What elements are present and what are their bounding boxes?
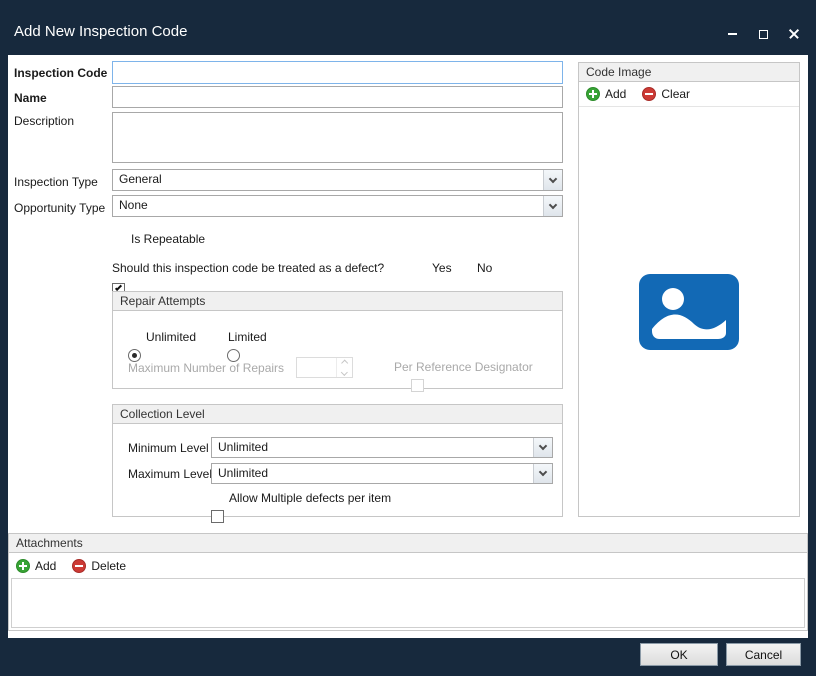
repair-attempts-title: Repair Attempts — [113, 292, 562, 311]
minus-icon — [72, 559, 86, 573]
spinner-up-icon — [341, 360, 348, 367]
code-image-clear-label: Clear — [661, 87, 690, 101]
defect-question-label: Should this inspection code be treated a… — [112, 261, 384, 275]
code-image-preview-area — [579, 107, 799, 516]
window-title: Add New Inspection Code — [14, 23, 187, 40]
minimum-level-dropdown-button[interactable] — [533, 438, 552, 457]
minus-icon — [642, 87, 656, 101]
is-repeatable-label[interactable]: Is Repeatable — [131, 232, 205, 246]
attachments-list[interactable] — [11, 578, 805, 628]
name-input[interactable] — [112, 86, 563, 108]
maximum-level-dropdown-button[interactable] — [533, 464, 552, 483]
code-image-title: Code Image — [579, 63, 799, 82]
chevron-down-icon — [549, 200, 557, 208]
maximize-icon — [759, 30, 768, 39]
code-image-clear-button[interactable]: Clear — [642, 87, 690, 101]
attachments-group: Attachments Add Delete — [8, 533, 808, 631]
code-image-add-button[interactable]: Add — [586, 87, 626, 101]
minimize-icon — [728, 33, 737, 35]
chevron-down-icon — [539, 468, 547, 476]
code-image-add-label: Add — [605, 87, 626, 101]
attachments-add-button[interactable]: Add — [16, 559, 56, 573]
attachments-toolbar: Add Delete — [9, 553, 807, 578]
description-textarea[interactable] — [112, 112, 563, 163]
attachments-delete-label: Delete — [91, 559, 126, 573]
code-image-group: Code Image Add Clear — [578, 62, 800, 517]
defect-no-label[interactable]: No — [477, 261, 492, 275]
allow-multiple-label[interactable]: Allow Multiple defects per item — [229, 491, 391, 505]
chevron-down-icon — [539, 442, 547, 450]
name-label: Name — [14, 91, 47, 105]
opportunity-type-dropdown-button[interactable] — [543, 196, 562, 216]
close-icon — [788, 28, 800, 40]
maximum-level-value: Unlimited — [212, 464, 533, 483]
plus-icon — [16, 559, 30, 573]
chevron-down-icon — [549, 174, 557, 182]
plus-icon — [586, 87, 600, 101]
description-label: Description — [14, 114, 74, 128]
cancel-button[interactable]: Cancel — [726, 643, 801, 666]
max-repairs-value — [297, 358, 336, 377]
close-button[interactable] — [784, 25, 804, 43]
repair-attempts-group: Repair Attempts Unlimited Limited Maximu… — [112, 291, 563, 389]
opportunity-type-value: None — [113, 196, 543, 216]
spinner-buttons — [336, 358, 352, 377]
inspection-code-input[interactable] — [112, 61, 563, 84]
allow-multiple-checkbox[interactable] — [211, 510, 224, 523]
attachments-delete-button[interactable]: Delete — [72, 559, 126, 573]
inspection-code-label: Inspection Code — [14, 66, 107, 80]
inspection-type-dropdown-button[interactable] — [543, 170, 562, 190]
minimum-level-select[interactable]: Unlimited — [211, 437, 553, 458]
opportunity-type-label: Opportunity Type — [14, 201, 105, 215]
radio-dot-icon — [132, 353, 137, 358]
maximum-level-select[interactable]: Unlimited — [211, 463, 553, 484]
spinner-down-icon — [341, 368, 348, 375]
per-reference-checkbox — [411, 379, 424, 392]
max-repairs-label: Maximum Number of Repairs — [128, 361, 284, 375]
ok-button[interactable]: OK — [640, 643, 718, 666]
inspection-type-label: Inspection Type — [14, 175, 98, 189]
inspection-type-value: General — [113, 170, 543, 190]
defect-yes-label[interactable]: Yes — [432, 261, 452, 275]
minimum-level-label: Minimum Level — [128, 441, 209, 455]
opportunity-type-select[interactable]: None — [112, 195, 563, 217]
image-placeholder-icon — [637, 272, 741, 352]
window-controls — [722, 25, 804, 43]
unlimited-label[interactable]: Unlimited — [146, 330, 196, 344]
collection-level-title: Collection Level — [113, 405, 562, 424]
maximum-level-label: Maximum Level — [128, 467, 212, 481]
add-inspection-code-dialog: Add New Inspection Code Inspection Code … — [0, 0, 816, 676]
minimum-level-value: Unlimited — [212, 438, 533, 457]
attachments-title: Attachments — [9, 534, 807, 553]
attachments-add-label: Add — [35, 559, 56, 573]
code-image-toolbar: Add Clear — [579, 82, 799, 107]
minimize-button[interactable] — [722, 25, 742, 43]
limited-label[interactable]: Limited — [228, 330, 267, 344]
maximize-button[interactable] — [753, 25, 773, 43]
collection-level-group: Collection Level Minimum Level Unlimited… — [112, 404, 563, 517]
per-reference-label: Per Reference Designator — [394, 360, 533, 374]
inspection-type-select[interactable]: General — [112, 169, 563, 191]
max-repairs-spinner — [296, 357, 353, 378]
check-icon — [115, 284, 122, 291]
